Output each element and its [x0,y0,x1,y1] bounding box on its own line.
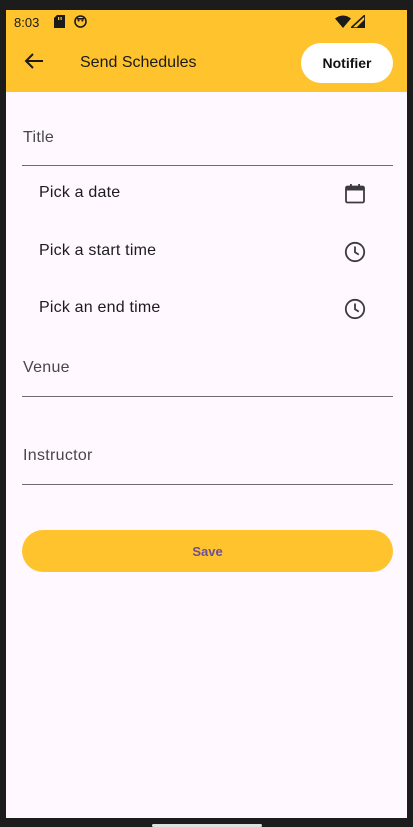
title-field-underline [22,165,393,166]
venue-field-underline [22,396,393,397]
pick-start-time-tile[interactable]: Pick a start time [6,226,407,278]
arrow-back-icon [24,52,44,75]
pick-start-time-label: Pick a start time [39,242,157,259]
wifi-icon [335,15,351,33]
instructor-field-label: Instructor [23,447,93,464]
clock-icon [343,297,367,326]
app-screen: 8:03 Send Schedules Notifier Title Pick … [6,10,407,818]
calendar-icon [343,182,367,211]
title-field[interactable]: Title [22,118,393,168]
app-bar: Send Schedules Notifier [6,34,407,92]
status-bar: 8:03 [6,10,407,34]
instructor-field[interactable]: Instructor [22,438,393,488]
pick-date-label: Pick a date [39,184,121,201]
instructor-field-underline [22,484,393,485]
status-time: 8:03 [14,15,40,30]
notifier-button[interactable]: Notifier [301,43,393,83]
clock-icon [343,240,367,269]
back-button[interactable] [18,48,50,78]
title-field-label: Title [23,129,55,146]
face-icon [74,15,87,33]
sd-card-icon [54,15,65,33]
venue-field[interactable]: Venue [22,350,393,400]
page-title: Send Schedules [80,54,197,71]
save-button[interactable]: Save [22,530,393,572]
venue-field-label: Venue [23,359,70,376]
pick-end-time-label: Pick an end time [39,299,161,316]
pick-end-time-tile[interactable]: Pick an end time [6,283,407,335]
signal-icon [348,13,366,33]
pick-date-tile[interactable]: Pick a date [6,168,407,220]
